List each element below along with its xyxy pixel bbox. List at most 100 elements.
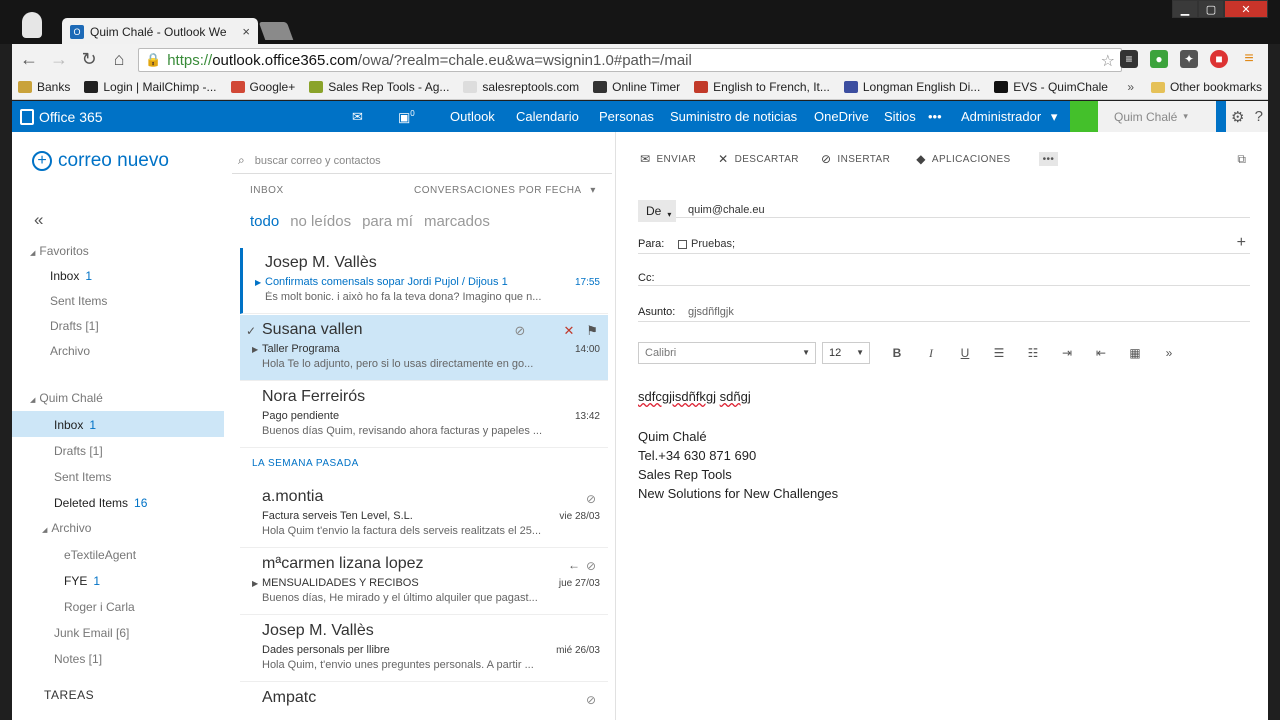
address-bar[interactable]: 🔒 https:// outlook.office365.com /owa/?r… xyxy=(138,48,1122,72)
bookmark-item[interactable]: English to French, It... xyxy=(694,80,830,94)
message-body[interactable]: sdfcgjisdñfkgj sdñgj xyxy=(638,389,751,404)
nav-suministro[interactable]: Suministro de noticias xyxy=(670,109,797,124)
minimize-button[interactable]: ▁ xyxy=(1172,0,1198,18)
bookmark-star-icon[interactable]: ☆ xyxy=(1101,51,1115,71)
calendar-badge-icon[interactable]: ▣0 xyxy=(398,109,415,125)
back-icon[interactable]: ← xyxy=(16,47,42,73)
browser-tab[interactable]: O Quim Chalé - Outlook We × xyxy=(62,18,258,45)
user-menu[interactable]: Quim Chalé ▾ xyxy=(1098,101,1216,132)
underline-icon[interactable]: U xyxy=(948,346,982,361)
bold-icon[interactable]: B xyxy=(880,346,914,361)
bookmarks-overflow[interactable]: » xyxy=(1127,80,1134,94)
folder-roger-carla[interactable]: Roger i Carla xyxy=(64,600,135,614)
expand-thread-icon[interactable]: ▶ xyxy=(252,579,258,588)
search-box[interactable]: ⌕ buscar correo y contactos xyxy=(232,148,612,174)
folder-notes[interactable]: Notes [1] xyxy=(54,652,102,666)
new-mail-button[interactable]: + correo nuevo xyxy=(32,150,169,172)
list-item[interactable]: a.montia ⊘ Factura serveis Ten Level, S.… xyxy=(240,482,608,548)
list-item[interactable]: Josep M. Vallès Dades personals per llib… xyxy=(240,616,608,682)
browser-user-icon[interactable] xyxy=(22,12,42,38)
from-button[interactable]: De ▾ xyxy=(638,200,676,222)
search-input[interactable]: buscar correo y contactos xyxy=(255,155,381,167)
delete-icon[interactable]: ✕ xyxy=(563,323,574,339)
folder-archivo[interactable]: ◢ Archivo xyxy=(42,521,91,535)
folder-deleted-items[interactable]: Deleted Items 16 xyxy=(54,496,147,510)
sort-dropdown[interactable]: CONVERSACIONES POR FECHA ▾ xyxy=(414,185,596,196)
more-commands-button[interactable]: ••• xyxy=(1038,152,1059,166)
indent-icon[interactable]: ⇥ xyxy=(1050,346,1084,361)
send-button[interactable]: ✉ ENVIAR xyxy=(640,152,696,166)
checkmark-icon[interactable]: ✓ xyxy=(246,324,256,338)
list-item[interactable]: Ampatc ⊘ xyxy=(240,683,608,720)
close-window-button[interactable]: ✕ xyxy=(1224,0,1268,18)
font-size-select[interactable]: 12 ▼ xyxy=(822,342,870,364)
tasks-link[interactable]: TAREAS xyxy=(44,688,94,702)
table-icon[interactable]: ▦ xyxy=(1118,346,1152,361)
nav-calendario[interactable]: Calendario xyxy=(516,109,579,124)
insert-button[interactable]: ⊘ INSERTAR xyxy=(821,152,890,166)
apps-button[interactable]: ◆ APLICACIONES xyxy=(916,152,1010,166)
fav-drafts[interactable]: Drafts [1] xyxy=(50,319,99,333)
bullet-list-icon[interactable]: ☰ xyxy=(982,346,1016,361)
help-icon[interactable]: ? xyxy=(1255,108,1263,125)
folder-etextileagent[interactable]: eTextileAgent xyxy=(64,548,136,562)
fav-archivo[interactable]: Archivo xyxy=(50,344,90,358)
expand-thread-icon[interactable]: ▶ xyxy=(255,278,261,287)
list-item[interactable]: Josep M. Vallès ▶ Confirmats comensals s… xyxy=(240,248,608,314)
nav-administrador[interactable]: Administrador ▾ xyxy=(961,109,1057,125)
forward-icon[interactable]: → xyxy=(46,47,72,73)
filter-to-me[interactable]: para mí xyxy=(362,213,413,230)
mail-icon[interactable]: ✉ xyxy=(352,109,363,125)
gear-icon[interactable]: ⚙ xyxy=(1231,108,1244,126)
italic-icon[interactable]: I xyxy=(914,346,948,361)
list-item[interactable]: mªcarmen lizana lopez ← ⊘ ▶ MENSUALIDADE… xyxy=(240,549,608,615)
other-bookmarks[interactable]: Other bookmarks xyxy=(1150,80,1262,94)
fav-sent-items[interactable]: Sent Items xyxy=(50,294,107,308)
bookmark-item[interactable]: Sales Rep Tools - Ag... xyxy=(309,80,449,94)
folder-drafts[interactable]: Drafts [1] xyxy=(54,444,103,458)
folder-sent-items[interactable]: Sent Items xyxy=(54,470,111,484)
list-item[interactable]: ✓ Susana vallen ⊘ ✕ ⚑ ▶ Taller Programa … xyxy=(240,315,608,381)
popout-icon[interactable]: ⧉ xyxy=(1237,152,1246,167)
bookmark-item[interactable]: Online Timer xyxy=(593,80,680,94)
list-item[interactable]: Nora Ferreirós Pago pendiente 13:42 Buen… xyxy=(240,382,608,448)
flag-icon[interactable]: ⚑ xyxy=(586,323,598,339)
bookmark-item[interactable]: EVS - QuimChale xyxy=(994,80,1108,94)
more-formatting-icon[interactable]: » xyxy=(1152,346,1186,361)
adblock-extension-icon[interactable]: ■ xyxy=(1210,50,1228,68)
new-tab-button[interactable] xyxy=(258,22,294,40)
expand-thread-icon[interactable]: ▶ xyxy=(252,345,258,354)
puzzle-extension-icon[interactable]: ✦ xyxy=(1180,50,1198,68)
nav-onedrive[interactable]: OneDrive xyxy=(814,109,869,124)
discard-button[interactable]: ✕ DESCARTAR xyxy=(718,152,799,166)
buffer-extension-icon[interactable]: ≡ xyxy=(1120,50,1138,68)
add-recipient-icon[interactable]: + xyxy=(1237,234,1246,252)
filter-all[interactable]: todo xyxy=(250,213,279,230)
folder-fye[interactable]: FYE 1 xyxy=(64,574,100,588)
menu-icon[interactable]: ≡ xyxy=(1240,50,1258,68)
nav-sitios[interactable]: Sitios xyxy=(884,109,916,124)
bookmark-item[interactable]: salesreptools.com xyxy=(463,80,579,94)
evernote-extension-icon[interactable]: ● xyxy=(1150,50,1168,68)
subject-row[interactable]: Asunto: gjsdñflgjk xyxy=(638,306,1250,322)
tab-close-icon[interactable]: × xyxy=(242,24,250,39)
nav-personas[interactable]: Personas xyxy=(599,109,654,124)
bookmark-item[interactable]: Login | MailChimp -... xyxy=(84,80,217,94)
maximize-button[interactable]: ▢ xyxy=(1198,0,1224,18)
folder-inbox[interactable]: Inbox 1 xyxy=(54,418,96,432)
office365-brand[interactable]: Office 365 xyxy=(20,108,103,125)
filter-unread[interactable]: no leídos xyxy=(290,213,351,230)
outdent-icon[interactable]: ⇤ xyxy=(1084,346,1118,361)
bookmark-item[interactable]: Longman English Di... xyxy=(843,80,980,94)
bookmark-item[interactable]: Banks xyxy=(18,80,70,94)
collapse-pane-icon[interactable]: « xyxy=(34,210,43,230)
numbered-list-icon[interactable]: ☷ xyxy=(1016,346,1050,361)
filter-flagged[interactable]: marcados xyxy=(424,213,490,230)
nav-more[interactable]: ••• xyxy=(928,109,942,124)
bookmark-item[interactable]: Google+ xyxy=(230,80,295,94)
subject-input[interactable]: gjsdñflgjk xyxy=(688,306,734,318)
font-select[interactable]: Calibri ▼ xyxy=(638,342,816,364)
fav-inbox[interactable]: Inbox 1 xyxy=(50,269,92,283)
cc-row[interactable]: Cc: xyxy=(638,272,1250,286)
recipient-checkbox[interactable] xyxy=(678,239,687,249)
